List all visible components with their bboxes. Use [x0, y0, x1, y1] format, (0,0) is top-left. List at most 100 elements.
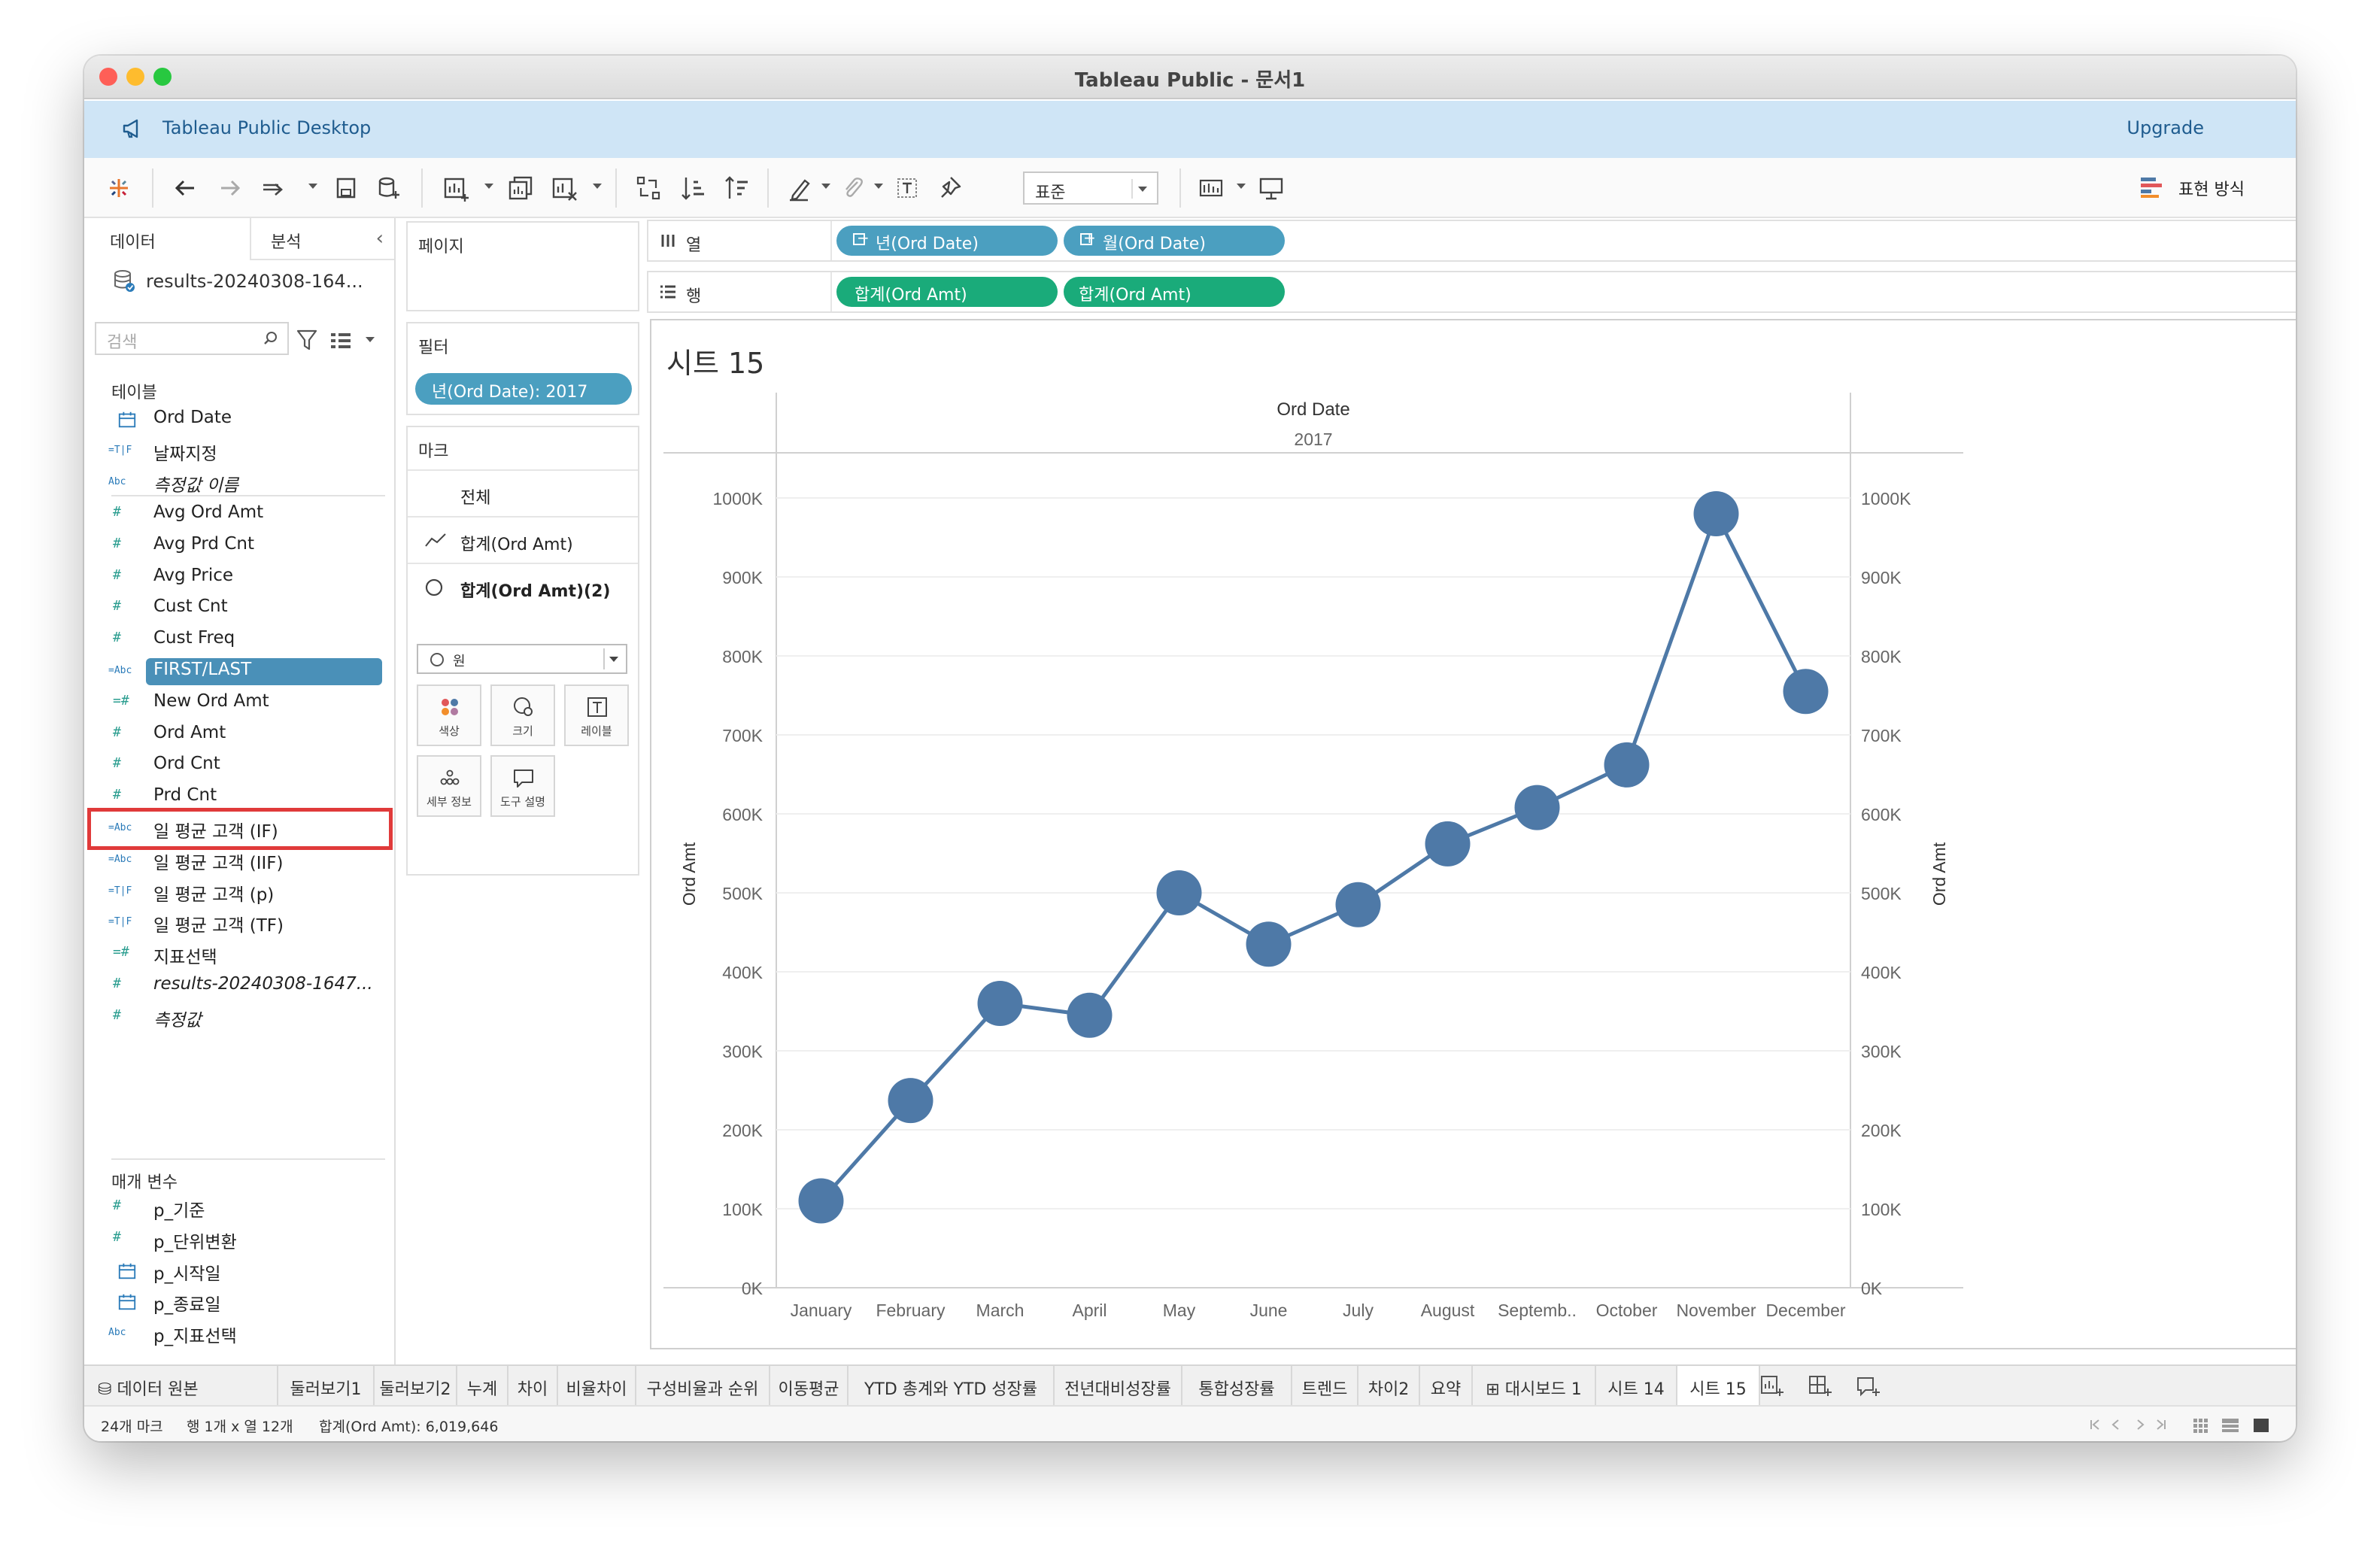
data-point[interactable]: [1335, 882, 1381, 927]
sort-ascending-icon[interactable]: [678, 173, 709, 203]
pin-icon[interactable]: [934, 173, 964, 203]
field-item[interactable]: # Cust Freq: [95, 625, 384, 655]
line-chart[interactable]: Ord Date 2017 0K 0K 100K 100K 200K 200K 300K 300K…: [651, 320, 2296, 1348]
sheet-tab[interactable]: 시트 15: [1677, 1366, 1760, 1405]
row-pill-1[interactable]: 합계(Ord Amt): [836, 277, 1058, 307]
new-datasource-icon[interactable]: [373, 173, 403, 203]
detail-button[interactable]: 세부 정보: [417, 755, 481, 817]
presentation-mode-icon[interactable]: [1256, 173, 1286, 203]
field-item[interactable]: Abc p_지표선택: [95, 1319, 384, 1349]
swap-rows-columns-icon[interactable]: [633, 173, 663, 203]
forward-arrow-icon[interactable]: [215, 173, 245, 203]
new-worksheet-icon[interactable]: [441, 173, 471, 203]
field-item[interactable]: # p_단위변환: [95, 1225, 384, 1255]
tab-navigation-icons[interactable]: [2085, 1416, 2175, 1434]
sort-descending-icon[interactable]: [722, 173, 752, 203]
clear-sheet-icon[interactable]: [549, 173, 579, 203]
field-item[interactable]: # results-20240308-1647...: [95, 971, 384, 1001]
tab-analytics[interactable]: 분석: [271, 229, 301, 253]
sheet-tab[interactable]: 차이: [508, 1366, 558, 1405]
show-me-button[interactable]: 표현 방식: [2178, 176, 2245, 200]
filter-pill-year[interactable]: 년(Ord Date): 2017: [415, 373, 632, 405]
duplicate-sheet-icon[interactable]: [505, 173, 536, 203]
data-point[interactable]: [1514, 785, 1560, 830]
mark-type-select[interactable]: 원: [417, 644, 627, 674]
search-input[interactable]: 검색: [95, 322, 289, 355]
filters-card[interactable]: 필터 년(Ord Date): 2017: [406, 322, 639, 415]
tableau-logo-icon[interactable]: [104, 173, 134, 203]
row-pill-2[interactable]: 합계(Ord Amt): [1064, 277, 1285, 307]
sheet-tab[interactable]: 비율차이: [558, 1366, 636, 1405]
columns-shelf[interactable]: 열 − 년(Ord Date) + 월(Ord Date): [647, 220, 2296, 262]
label-button[interactable]: 레이블: [564, 684, 629, 746]
data-point[interactable]: [1604, 742, 1650, 788]
group-paperclip-icon[interactable]: [838, 173, 868, 203]
fit-view-icon[interactable]: [1196, 173, 1226, 203]
sheet-tab[interactable]: ⊞ 대시보드 1: [1473, 1366, 1596, 1405]
tab-data[interactable]: 데이터: [84, 218, 251, 260]
col-pill-year[interactable]: − 년(Ord Date): [836, 226, 1058, 256]
marks-all-row[interactable]: 전체: [408, 469, 638, 514]
new-story-tab-icon[interactable]: [1856, 1375, 1881, 1398]
field-item[interactable]: =# 지표선택: [95, 939, 384, 970]
new-dashboard-tab-icon[interactable]: [1808, 1375, 1832, 1398]
data-point[interactable]: [888, 1078, 933, 1124]
save-icon[interactable]: [331, 173, 361, 203]
redo-pause-icon[interactable]: [259, 173, 289, 203]
sheet-tab[interactable]: YTD 총계와 YTD 성장률: [848, 1366, 1055, 1405]
field-item[interactable]: =T|F 일 평균 고객 (p): [95, 877, 384, 907]
sheet-tab[interactable]: 이동평균: [770, 1366, 848, 1405]
sheet-tab[interactable]: ⛁ 데이터 원본: [84, 1366, 278, 1405]
new-worksheet-tab-icon[interactable]: [1760, 1375, 1784, 1398]
field-item[interactable]: Ord Date: [95, 405, 384, 435]
show-labels-icon[interactable]: [892, 173, 922, 203]
sheet-tab[interactable]: 트렌드: [1292, 1366, 1358, 1405]
field-item[interactable]: # Cust Cnt: [95, 593, 384, 624]
field-item[interactable]: # p_기준: [95, 1193, 384, 1223]
data-point[interactable]: [1067, 992, 1113, 1038]
datasource-item[interactable]: results-20240308-164...: [111, 268, 382, 307]
marks-circle-row[interactable]: 합계(Ord Amt)(2): [408, 563, 638, 608]
show-me-icon[interactable]: [2139, 175, 2163, 199]
upgrade-link[interactable]: Upgrade: [2127, 117, 2204, 138]
sheet-tab[interactable]: 누계: [457, 1366, 508, 1405]
sheet-tab[interactable]: 전년대비성장률: [1055, 1366, 1182, 1405]
data-point[interactable]: [1783, 669, 1829, 715]
data-point[interactable]: [1693, 491, 1739, 536]
field-item[interactable]: =T|F 날짜지정: [95, 436, 384, 466]
field-item[interactable]: # Avg Price: [95, 563, 384, 593]
collapse-pane-icon[interactable]: ‹: [376, 227, 384, 250]
sheet-tab[interactable]: 시트 14: [1596, 1366, 1677, 1405]
back-arrow-icon[interactable]: [170, 173, 200, 203]
marks-line-row[interactable]: 합계(Ord Amt): [408, 516, 638, 561]
data-point[interactable]: [1425, 821, 1471, 867]
size-button[interactable]: 크기: [490, 684, 555, 746]
color-button[interactable]: 색상: [417, 684, 481, 746]
sheet-tab[interactable]: 차이2: [1358, 1366, 1420, 1405]
pages-card[interactable]: 페이지: [406, 221, 639, 311]
mark-size-select[interactable]: 표준: [1023, 171, 1158, 205]
sheet-tab[interactable]: 요약: [1420, 1366, 1473, 1405]
sheet-tab[interactable]: 둘러보기1: [278, 1366, 375, 1405]
field-item[interactable]: =Abc FIRST/LAST: [95, 657, 384, 687]
field-item[interactable]: p_시작일: [95, 1256, 384, 1286]
field-item[interactable]: # Avg Ord Amt: [95, 499, 384, 530]
field-item[interactable]: # Ord Cnt: [95, 751, 384, 781]
data-point[interactable]: [798, 1178, 844, 1224]
view-mode-icons[interactable]: [2190, 1414, 2281, 1435]
highlight-pen-icon[interactable]: [785, 173, 815, 203]
field-item[interactable]: # 측정값: [95, 1003, 384, 1033]
sheet-tab[interactable]: 통합성장률: [1182, 1366, 1292, 1405]
field-item[interactable]: p_종료일: [95, 1287, 384, 1317]
data-point[interactable]: [1246, 921, 1292, 967]
field-item[interactable]: # Ord Amt: [95, 720, 384, 750]
sheet-tab[interactable]: 구성비율과 순위: [636, 1366, 770, 1405]
field-item[interactable]: # Avg Prd Cnt: [95, 531, 384, 561]
series-line[interactable]: [819, 511, 1808, 1203]
field-item[interactable]: =T|F 일 평균 고객 (TF): [95, 908, 384, 938]
tooltip-button[interactable]: 도구 설명: [490, 755, 555, 817]
data-point[interactable]: [1156, 870, 1202, 915]
sheet-tab[interactable]: 둘러보기2: [375, 1366, 457, 1405]
data-point[interactable]: [977, 981, 1023, 1026]
col-pill-month[interactable]: + 월(Ord Date): [1064, 226, 1285, 256]
